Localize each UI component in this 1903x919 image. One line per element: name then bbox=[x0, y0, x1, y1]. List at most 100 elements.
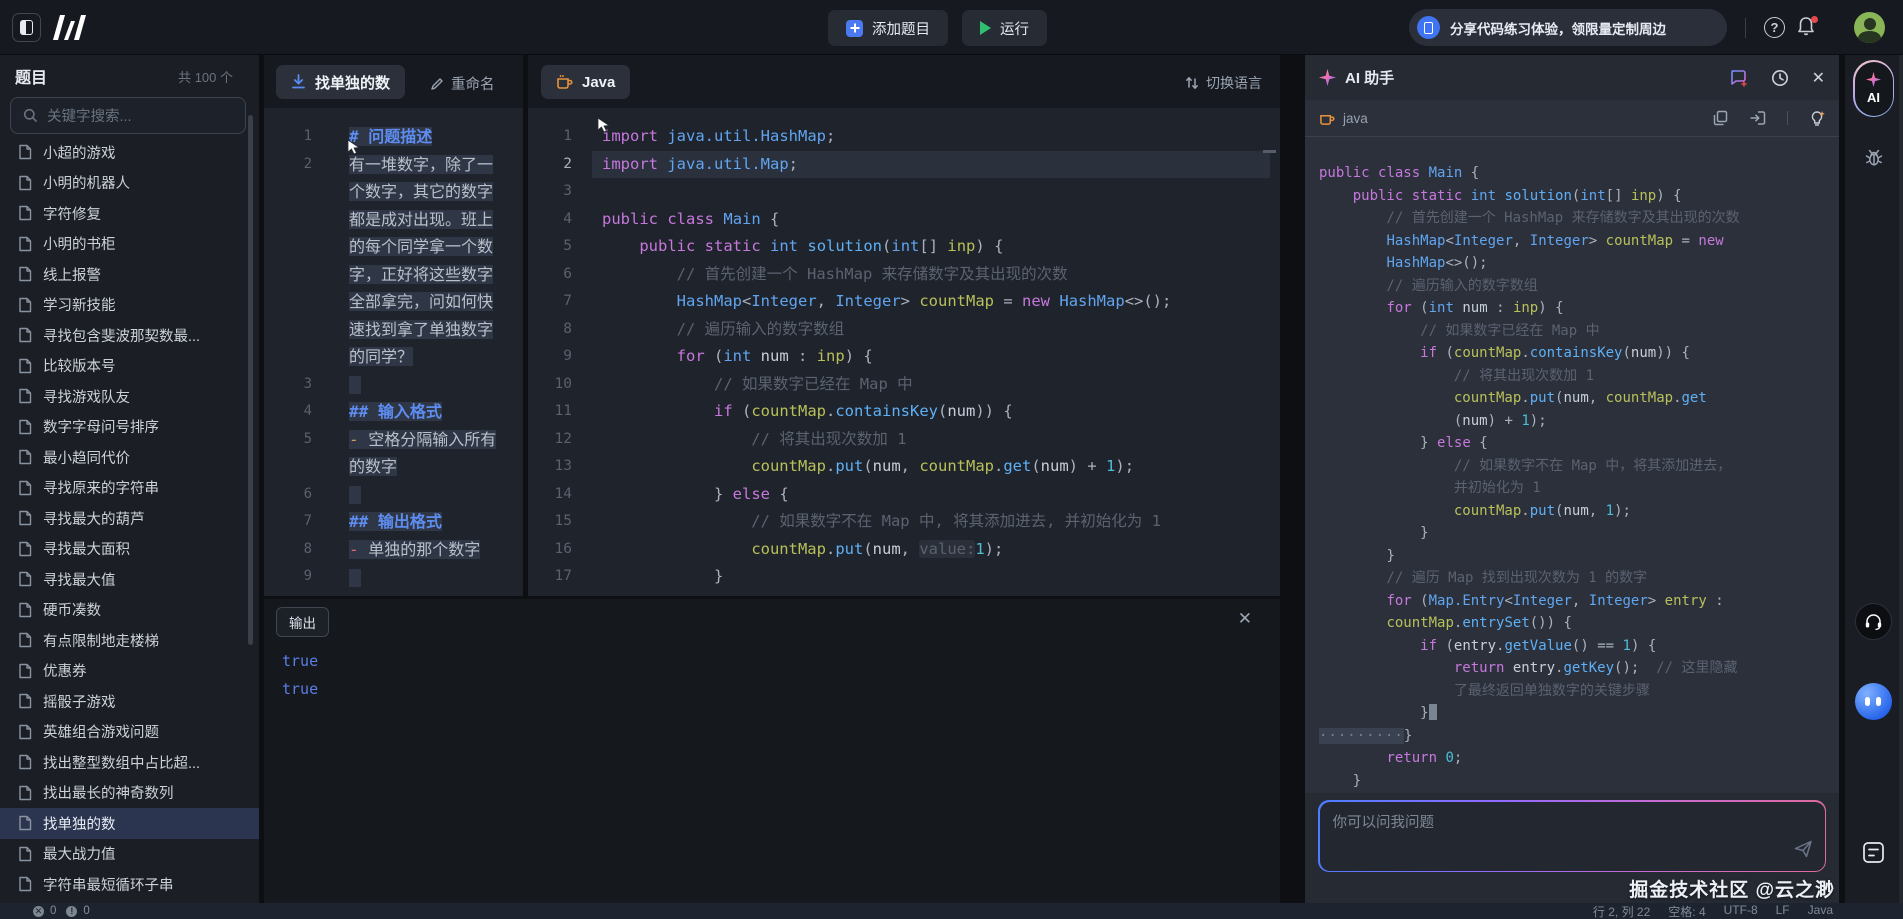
assistant-icon[interactable] bbox=[1855, 683, 1892, 720]
code-token: ()) bbox=[1530, 615, 1555, 631]
sidebar-item[interactable]: 线上报警 bbox=[0, 259, 259, 290]
code-token: countMap bbox=[751, 540, 826, 558]
sidebar-item[interactable]: 数字字母问号排序 bbox=[0, 412, 259, 443]
new-chat-icon[interactable] bbox=[1729, 69, 1748, 87]
send-icon[interactable] bbox=[1794, 840, 1813, 863]
sidebar-item[interactable]: 小明的机器人 bbox=[0, 168, 259, 199]
code-token: // 首先创建一个 HashMap 来存储数字及其出现的次数 bbox=[602, 265, 1068, 283]
bell-icon[interactable] bbox=[1796, 16, 1818, 38]
sidebar-toggle-icon[interactable] bbox=[12, 13, 41, 42]
avatar[interactable] bbox=[1854, 12, 1885, 43]
code-token: < bbox=[1504, 593, 1512, 609]
status-item[interactable]: 空格: 4 bbox=[1668, 903, 1705, 919]
problem-tab-label: 找单独的数 bbox=[315, 72, 390, 93]
code-token bbox=[807, 347, 816, 365]
sidebar-item[interactable]: 寻找最大值 bbox=[0, 564, 259, 595]
code-token bbox=[1462, 188, 1470, 204]
markdown-editor[interactable]: 1# 问题描述2有一堆数字，除了一个数字，其它的数字都是成对出现。班上的每个同学… bbox=[264, 108, 523, 596]
history-icon[interactable] bbox=[1771, 69, 1789, 87]
code-editor[interactable]: 1import java.util.HashMap;2import java.u… bbox=[528, 108, 1280, 596]
window-scrollbar[interactable] bbox=[1899, 55, 1903, 903]
line-number: 5 bbox=[528, 233, 572, 261]
search-input[interactable]: 关键字搜索... bbox=[10, 97, 246, 134]
sidebar-item[interactable]: 英雄组合游戏问题 bbox=[0, 717, 259, 748]
code-token: , bbox=[1589, 390, 1606, 406]
code-editor-panel: Java 切换语言 1import java.util.HashMap;2imp… bbox=[528, 55, 1280, 596]
doc-icon bbox=[18, 419, 32, 435]
code-token bbox=[985, 237, 994, 255]
warning-icon[interactable]: ! bbox=[66, 906, 77, 917]
code-token: ) bbox=[1488, 413, 1496, 429]
sidebar-item[interactable]: 字符串最短循环子串 bbox=[0, 869, 259, 900]
sidebar-item[interactable]: 寻找最大面积 bbox=[0, 534, 259, 565]
error-icon[interactable]: ✕ bbox=[33, 906, 44, 917]
sidebar-item[interactable]: 寻找最大的葫芦 bbox=[0, 503, 259, 534]
sidebar-item-label: 寻找最大面积 bbox=[43, 538, 130, 559]
code-token: . bbox=[826, 402, 835, 420]
code-token: put bbox=[1530, 390, 1555, 406]
status-item[interactable]: LF bbox=[1776, 903, 1790, 919]
sidebar-item[interactable]: 找单独的数 bbox=[0, 808, 259, 839]
sidebar-item[interactable]: 比较版本号 bbox=[0, 351, 259, 382]
editor-line-content: // 首先创建一个 HashMap 来存储数字及其出现的次数 bbox=[602, 261, 1068, 289]
sidebar-item[interactable]: 小明的书柜 bbox=[0, 229, 259, 260]
sidebar-item[interactable]: 找出整型数组中占比超... bbox=[0, 747, 259, 778]
ai-toolbar-label: AI bbox=[1867, 90, 1880, 105]
markdown-line-content: - 单独的那个数字 bbox=[349, 536, 501, 564]
sidebar-item[interactable]: 最大战力值 bbox=[0, 839, 259, 870]
bug-icon[interactable] bbox=[1864, 148, 1884, 173]
close-icon[interactable]: ✕ bbox=[1238, 609, 1252, 629]
sidebar-item[interactable]: 寻找原来的字符串 bbox=[0, 473, 259, 504]
editor-line: 16 countMap.put(num, value:1); bbox=[528, 536, 1280, 564]
ai-toolbar-button[interactable]: AI bbox=[1853, 60, 1894, 117]
close-icon[interactable]: ✕ bbox=[1812, 68, 1825, 88]
code-token: )) bbox=[1656, 345, 1673, 361]
code-token bbox=[1429, 435, 1437, 451]
sidebar-scrollbar[interactable] bbox=[248, 115, 253, 645]
code-token: get bbox=[1003, 457, 1031, 475]
status-item[interactable]: UTF-8 bbox=[1724, 903, 1758, 919]
problem-count: 共 100 个 bbox=[178, 67, 233, 86]
headset-icon[interactable] bbox=[1855, 603, 1892, 640]
insert-icon[interactable] bbox=[1749, 110, 1766, 126]
sidebar-item[interactable]: 寻找包含斐波那契数最... bbox=[0, 320, 259, 351]
ai-chat-input[interactable]: 你可以问我问题 bbox=[1318, 800, 1826, 872]
copy-icon[interactable] bbox=[1713, 110, 1728, 126]
sidebar-item[interactable]: 小超的游戏 bbox=[0, 137, 259, 168]
sidebar-item[interactable]: 最小趋同代价 bbox=[0, 442, 259, 473]
code-token: // 如果数字不在 Map 中, 将其添加进去, 并初始化为 1 bbox=[602, 512, 1161, 530]
code-token: ; bbox=[826, 127, 835, 145]
ai-code-line: } bbox=[1319, 545, 1839, 568]
help-icon[interactable]: ? bbox=[1764, 17, 1785, 38]
sidebar-item[interactable]: 有点限制地走楼梯 bbox=[0, 625, 259, 656]
sidebar-item[interactable]: 摇骰子游戏 bbox=[0, 686, 259, 717]
sidebar-item[interactable]: 优惠券 bbox=[0, 656, 259, 687]
sidebar-item[interactable]: 字符修复 bbox=[0, 198, 259, 229]
code-token: HashMap bbox=[677, 292, 742, 310]
switch-language-button[interactable]: 切换语言 bbox=[1185, 73, 1262, 93]
problem-tab[interactable]: 找单独的数 bbox=[276, 65, 405, 99]
run-button[interactable]: 运行 bbox=[962, 10, 1047, 46]
status-item[interactable]: Java bbox=[1808, 903, 1833, 919]
sidebar-item[interactable]: 学习新技能 bbox=[0, 290, 259, 321]
code-token: inp bbox=[947, 237, 975, 255]
feedback-icon[interactable] bbox=[1862, 841, 1885, 869]
code-token bbox=[1412, 593, 1420, 609]
sidebar-item[interactable]: 找出最长的神奇数列 bbox=[0, 778, 259, 809]
promo-banner[interactable]: 分享代码练习体验，领限量定制周边 bbox=[1409, 9, 1727, 46]
language-tab[interactable]: Java bbox=[541, 65, 630, 99]
ai-code-line: if (entry.getValue() == 1) { bbox=[1319, 635, 1839, 658]
logo[interactable] bbox=[52, 15, 88, 45]
sidebar-item[interactable]: 寻找游戏队友 bbox=[0, 381, 259, 412]
code-token: return bbox=[1386, 750, 1437, 766]
add-problem-button[interactable]: 添加题目 bbox=[828, 10, 948, 46]
code-token: java.util.HashMap bbox=[667, 127, 826, 145]
sparkle-icon bbox=[1319, 69, 1336, 86]
output-tab[interactable]: 输出 bbox=[276, 607, 329, 637]
sidebar-item-label: 优惠券 bbox=[43, 660, 87, 681]
status-item[interactable]: 行 2, 列 22 bbox=[1593, 903, 1650, 919]
sidebar-item[interactable]: 硬币凑数 bbox=[0, 595, 259, 626]
rename-button[interactable]: 重命名 bbox=[430, 73, 495, 94]
code-token: ( bbox=[863, 540, 872, 558]
bulb-icon[interactable] bbox=[1809, 110, 1825, 127]
